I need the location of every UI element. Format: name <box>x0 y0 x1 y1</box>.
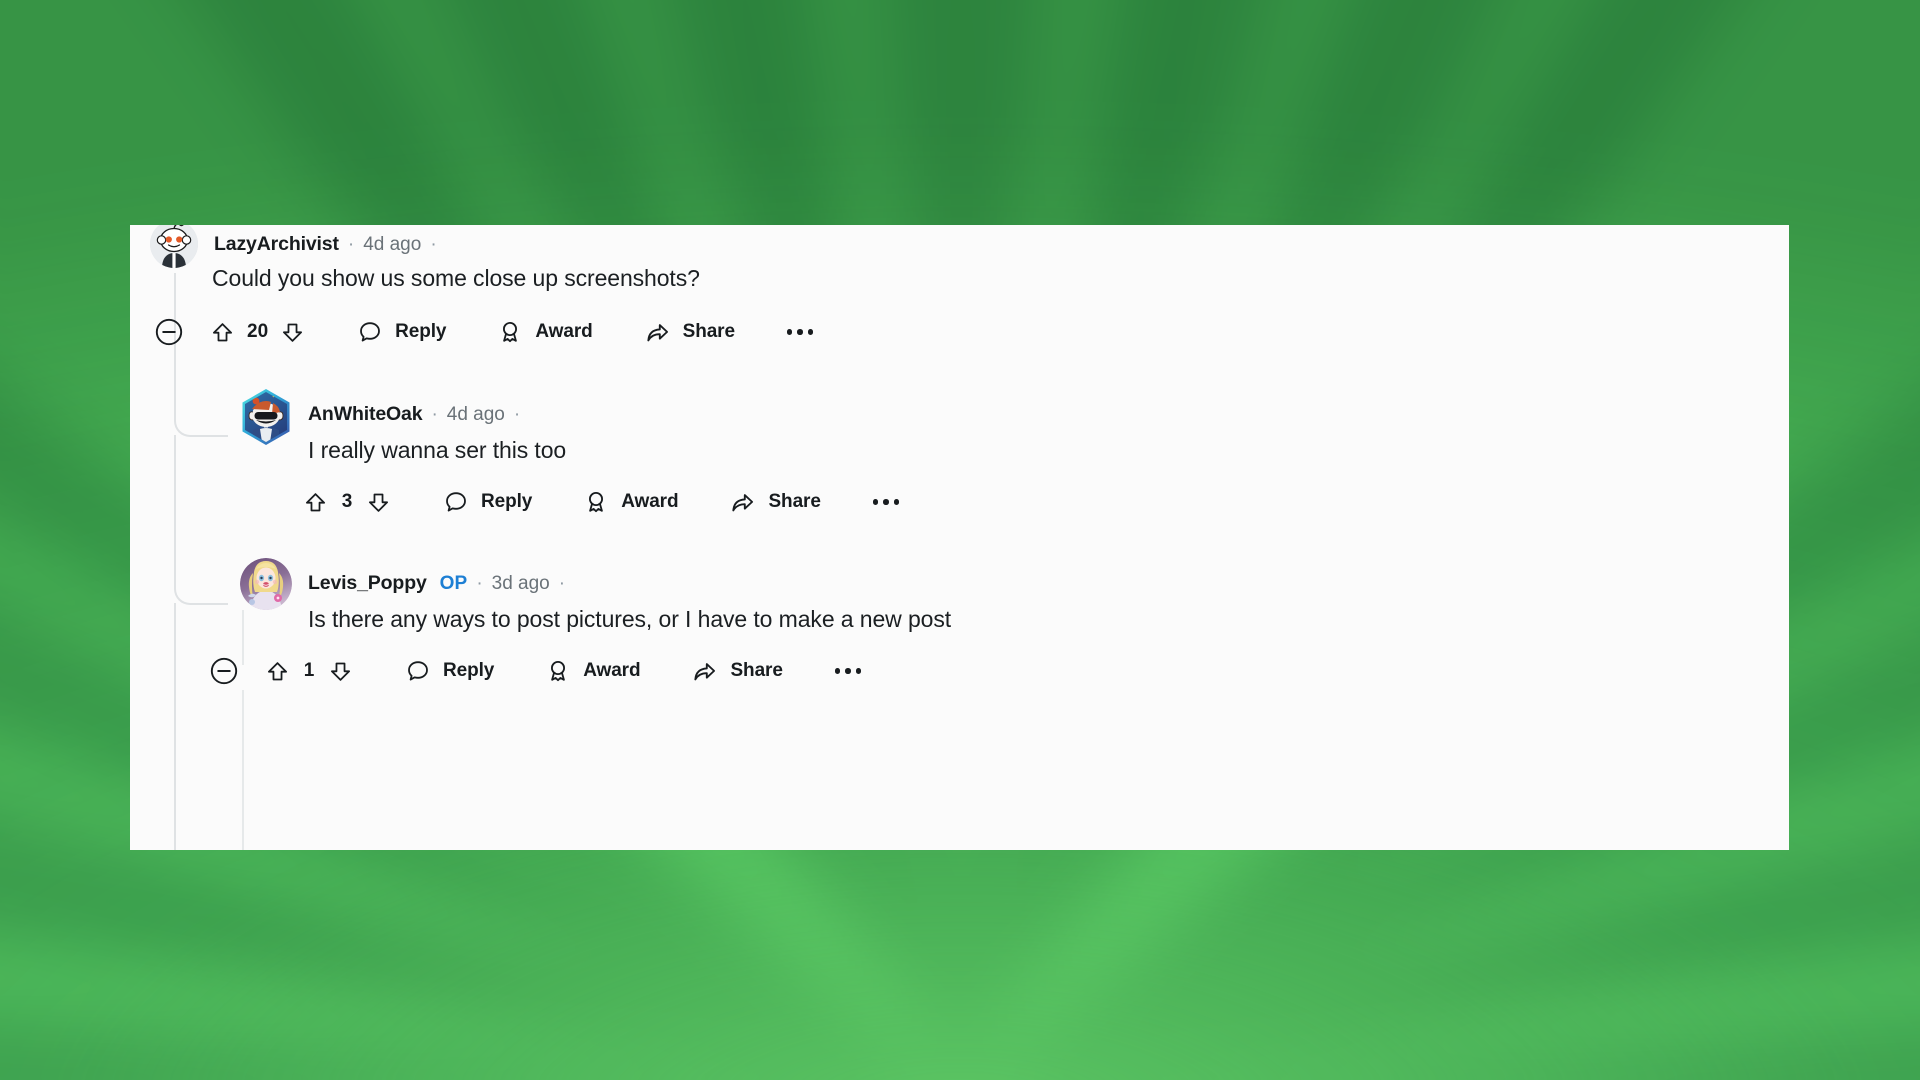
award-medal-icon <box>589 492 604 513</box>
meta-separator-end: · <box>430 234 437 255</box>
award-label: Award <box>621 491 679 512</box>
thread-line-root-lower <box>174 603 176 850</box>
username[interactable]: LazyArchivist <box>214 233 339 256</box>
downvote-arrow-icon <box>330 662 351 681</box>
comment-actions: 20 Reply Award Share <box>155 315 814 349</box>
more-options-icon <box>834 668 862 674</box>
award-button[interactable]: Award <box>498 315 593 349</box>
comment-body: Is there any ways to post pictures, or I… <box>308 606 952 632</box>
award-medal-icon <box>551 661 566 682</box>
comment-actions: 1 Reply Award Share <box>210 654 862 688</box>
share-button[interactable]: Share <box>730 485 821 519</box>
reply-button[interactable]: Reply <box>444 485 532 519</box>
more-options-button[interactable] <box>872 485 900 519</box>
downvote-arrow-icon <box>368 493 389 512</box>
comment-header: Levis_Poppy OP · 3d ago · <box>308 572 574 595</box>
reply-button[interactable]: Reply <box>406 654 494 688</box>
upvote-button[interactable] <box>264 654 291 688</box>
avatar[interactable] <box>240 558 292 610</box>
upvote-button[interactable] <box>302 485 329 519</box>
comment-thread: LazyArchivist · 4d ago · Could you show … <box>130 225 1789 850</box>
collapse-button[interactable] <box>155 315 183 349</box>
award-medal-icon <box>503 322 518 343</box>
comment-header: LazyArchivist · 4d ago · <box>214 233 446 256</box>
more-options-button[interactable] <box>834 654 862 688</box>
comment-header: AnWhiteOak · 4d ago · <box>308 403 529 426</box>
username[interactable]: AnWhiteOak <box>308 403 423 426</box>
upvote-button[interactable] <box>209 315 236 349</box>
collapse-minus-icon <box>210 657 238 685</box>
comment-body: I really wanna ser this too <box>308 437 567 463</box>
vote-count: 3 <box>341 491 353 512</box>
timestamp: 4d ago <box>446 403 505 425</box>
more-options-button[interactable] <box>786 315 814 349</box>
share-button[interactable]: Share <box>645 315 735 349</box>
vote-group: 1 <box>264 654 354 688</box>
meta-separator: · <box>476 573 483 594</box>
speech-bubble-icon <box>446 492 466 512</box>
vote-count: 20 <box>247 321 269 342</box>
share-arrow-icon <box>732 493 754 511</box>
meta-separator: · <box>431 404 438 425</box>
username[interactable]: Levis_Poppy <box>308 572 427 595</box>
collapse-minus-icon <box>155 318 183 346</box>
thread-curve-to-comment-3 <box>174 515 228 605</box>
upvote-arrow-icon <box>267 661 288 680</box>
award-button[interactable]: Award <box>546 654 641 688</box>
comment-actions: 3 Reply Award Share <box>302 485 900 519</box>
share-label: Share <box>682 321 735 342</box>
snoo-avatar-icon <box>150 225 198 268</box>
share-button[interactable]: Share <box>692 654 783 688</box>
reply-button[interactable]: Reply <box>358 315 446 349</box>
reply-label: Reply <box>395 321 447 342</box>
op-badge: OP <box>439 572 468 594</box>
reply-label: Reply <box>443 660 495 681</box>
vote-group: 3 <box>302 485 392 519</box>
timestamp: 4d ago <box>363 233 422 255</box>
comment-body: Could you show us some close up screensh… <box>212 265 700 291</box>
upvote-arrow-icon <box>305 492 326 511</box>
share-arrow-icon <box>647 323 668 341</box>
anime-portrait-avatar-icon <box>240 558 292 610</box>
share-arrow-icon <box>694 662 716 680</box>
more-options-icon <box>786 329 814 335</box>
upvote-arrow-icon <box>212 322 233 341</box>
meta-separator-end: · <box>558 573 566 594</box>
downvote-button[interactable] <box>365 485 392 519</box>
award-label: Award <box>583 660 641 681</box>
thread-line-comment-3-lower <box>242 690 244 850</box>
vote-count: 1 <box>303 660 315 681</box>
avatar[interactable] <box>150 225 198 268</box>
vote-group: 20 <box>209 315 306 349</box>
thread-curve-to-comment-2 <box>174 347 228 437</box>
more-options-icon <box>872 499 900 505</box>
award-button[interactable]: Award <box>584 485 679 519</box>
award-label: Award <box>535 321 593 342</box>
meta-separator: · <box>347 234 355 255</box>
timestamp: 3d ago <box>491 572 550 594</box>
downvote-button[interactable] <box>327 654 354 688</box>
avatar[interactable] <box>240 388 292 446</box>
reply-label: Reply <box>481 491 533 512</box>
meta-separator-end: · <box>513 404 521 425</box>
hexagon-nft-avatar-icon <box>242 389 290 445</box>
comment-thread-card: LazyArchivist · 4d ago · Could you show … <box>130 225 1789 850</box>
share-label: Share <box>730 660 783 681</box>
collapse-button[interactable] <box>210 654 238 688</box>
speech-bubble-icon <box>408 661 428 681</box>
downvote-arrow-icon <box>283 323 303 342</box>
downvote-button[interactable] <box>279 315 306 349</box>
share-label: Share <box>768 491 821 512</box>
speech-bubble-icon <box>360 322 381 342</box>
